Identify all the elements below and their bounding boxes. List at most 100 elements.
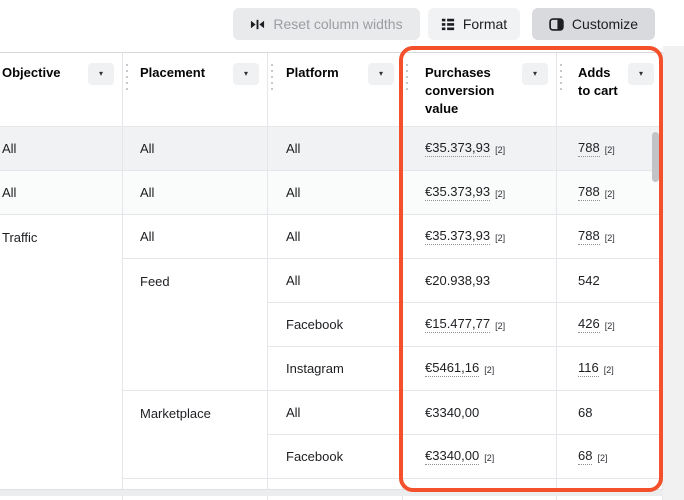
column-menu-placement[interactable]: ▾ [233, 63, 259, 85]
cell-adds-to-cart[interactable]: 68 [2] [557, 435, 663, 479]
table-header: Objective ▾ Placement ▾ Platform ▾ Purch… [0, 52, 663, 127]
column-header-adds-to-cart: Adds to cart ▾ [557, 53, 663, 126]
column-menu-purchases[interactable]: ▾ [522, 63, 548, 85]
cell-purchases-value[interactable]: €35.373,93 [2] [403, 127, 557, 171]
table-row: Feed All €20.938,93 542 [0, 259, 663, 303]
cell-purchases-value[interactable]: €3340,00 [2] [403, 435, 557, 479]
column-header-purchases-conversion-value: Purchases conversion value ▾ [403, 53, 557, 126]
cell-objective: Traffic [0, 215, 123, 259]
customize-label: Customize [571, 16, 639, 32]
table-row: Facebook €3340,00 [2] 68 [2] [0, 435, 663, 479]
cell-platform: Facebook [268, 303, 403, 347]
cell-placement [123, 479, 268, 489]
cell-adds-to-cart[interactable]: 788 [2] [557, 215, 663, 259]
footnote-marker: [2] [484, 452, 495, 463]
cell-platform [268, 479, 403, 489]
column-drag-handle[interactable] [126, 64, 128, 91]
format-icon [441, 17, 455, 31]
reset-column-widths-label: Reset column widths [273, 16, 403, 32]
cell-platform: All [268, 127, 403, 171]
cell-purchases-value[interactable]: €35.373,93 [2] [403, 171, 557, 215]
cell-placement: Feed [123, 259, 268, 303]
table-row: All All All €35.373,93 [2] 788 [2] [0, 171, 663, 215]
cell-placement: All [123, 127, 268, 171]
footnote-marker: [2] [495, 188, 506, 199]
cell-purchases-value[interactable]: €35.373,93 [2] [403, 215, 557, 259]
cell-platform: Facebook [268, 435, 403, 479]
customize-button[interactable]: Customize [532, 8, 655, 40]
chevron-down-icon: ▾ [532, 69, 537, 78]
table-row: Facebook €15.477,77 [2] 426 [2] [0, 303, 663, 347]
footnote-marker: [2] [604, 232, 615, 243]
cell-purchases-value[interactable]: €3340,00 [403, 391, 557, 435]
cell-objective [0, 347, 123, 391]
column-label: Adds to cart [578, 65, 618, 98]
cell-objective [0, 479, 123, 489]
cell-purchases-value[interactable]: €20.938,93 [403, 259, 557, 303]
column-header-objective: Objective ▾ [0, 53, 123, 126]
column-menu-adds[interactable]: ▾ [628, 63, 654, 85]
cell-platform: All [268, 259, 403, 303]
format-button[interactable]: Format [428, 8, 520, 40]
column-label: Objective [2, 65, 61, 80]
cell-objective: All [0, 127, 123, 171]
reset-column-widths-button[interactable]: Reset column widths [233, 8, 420, 40]
cell-adds-to-cart[interactable]: 788 [2] [557, 127, 663, 171]
cell-purchases-value[interactable]: €15.477,77 [2] [403, 303, 557, 347]
chevron-down-icon: ▾ [98, 69, 103, 78]
cell-platform: All [268, 171, 403, 215]
cell-placement: All [123, 171, 268, 215]
column-header-placement: Placement ▾ [123, 53, 268, 126]
cell-purchases-value[interactable]: €5461,16 [2] [403, 347, 557, 391]
cell-objective [0, 435, 123, 479]
table-row: All All All €35.373,93 [2] 788 [2] [0, 127, 663, 171]
cell-placement: Marketplace [123, 391, 268, 435]
table-body: All All All €35.373,93 [2] 788 [2] All All… [0, 127, 663, 489]
footnote-marker: [2] [495, 232, 506, 243]
footnote-marker: [2] [597, 452, 608, 463]
cell-objective: All [0, 171, 123, 215]
column-menu-objective[interactable]: ▾ [88, 63, 114, 85]
column-drag-handle[interactable] [560, 64, 562, 91]
page-background-strip [663, 46, 684, 500]
customize-panel-icon [549, 17, 564, 32]
cell-adds-to-cart[interactable]: 788 [2] [557, 171, 663, 215]
table-footer-row [0, 496, 663, 500]
reset-column-widths-icon [250, 17, 265, 32]
column-label: Placement [140, 65, 206, 80]
footnote-marker: [2] [604, 188, 615, 199]
cell-objective [0, 259, 123, 303]
cell-adds-to-cart[interactable]: 116 [2] [557, 347, 663, 391]
cell-purchases-value [403, 479, 557, 489]
column-label: Purchases conversion value [425, 65, 495, 116]
cell-placement [123, 435, 268, 479]
chevron-down-icon: ▾ [638, 69, 643, 78]
chevron-down-icon: ▾ [243, 69, 248, 78]
format-label: Format [462, 16, 508, 32]
column-label: Platform [286, 65, 339, 80]
cell-platform: All [268, 391, 403, 435]
vertical-scrollbar-thumb[interactable] [652, 132, 659, 182]
cell-placement [123, 303, 268, 347]
table-row-partial [0, 479, 663, 489]
cell-adds-to-cart [557, 479, 663, 489]
cell-placement: All [123, 215, 268, 259]
ads-reporting-table: Reset column widths Format Customize Obj… [0, 0, 684, 500]
chevron-down-icon: ▾ [378, 69, 383, 78]
footnote-marker: [2] [604, 144, 615, 155]
cell-adds-to-cart[interactable]: 426 [2] [557, 303, 663, 347]
cell-objective [0, 303, 123, 347]
footnote-marker: [2] [484, 364, 495, 375]
column-drag-handle[interactable] [271, 64, 273, 91]
cell-adds-to-cart[interactable]: 542 [557, 259, 663, 303]
table-footer-divider [0, 489, 684, 496]
column-menu-platform[interactable]: ▾ [368, 63, 394, 85]
cell-placement [123, 347, 268, 391]
footnote-marker: [2] [604, 320, 615, 331]
column-drag-handle[interactable] [406, 64, 408, 91]
cell-adds-to-cart[interactable]: 68 [557, 391, 663, 435]
table-row: Traffic All All €35.373,93 [2] 788 [2] [0, 215, 663, 259]
column-header-platform: Platform ▾ [268, 53, 403, 126]
table-row: Marketplace All €3340,00 68 [0, 391, 663, 435]
table-row: Instagram €5461,16 [2] 116 [2] [0, 347, 663, 391]
